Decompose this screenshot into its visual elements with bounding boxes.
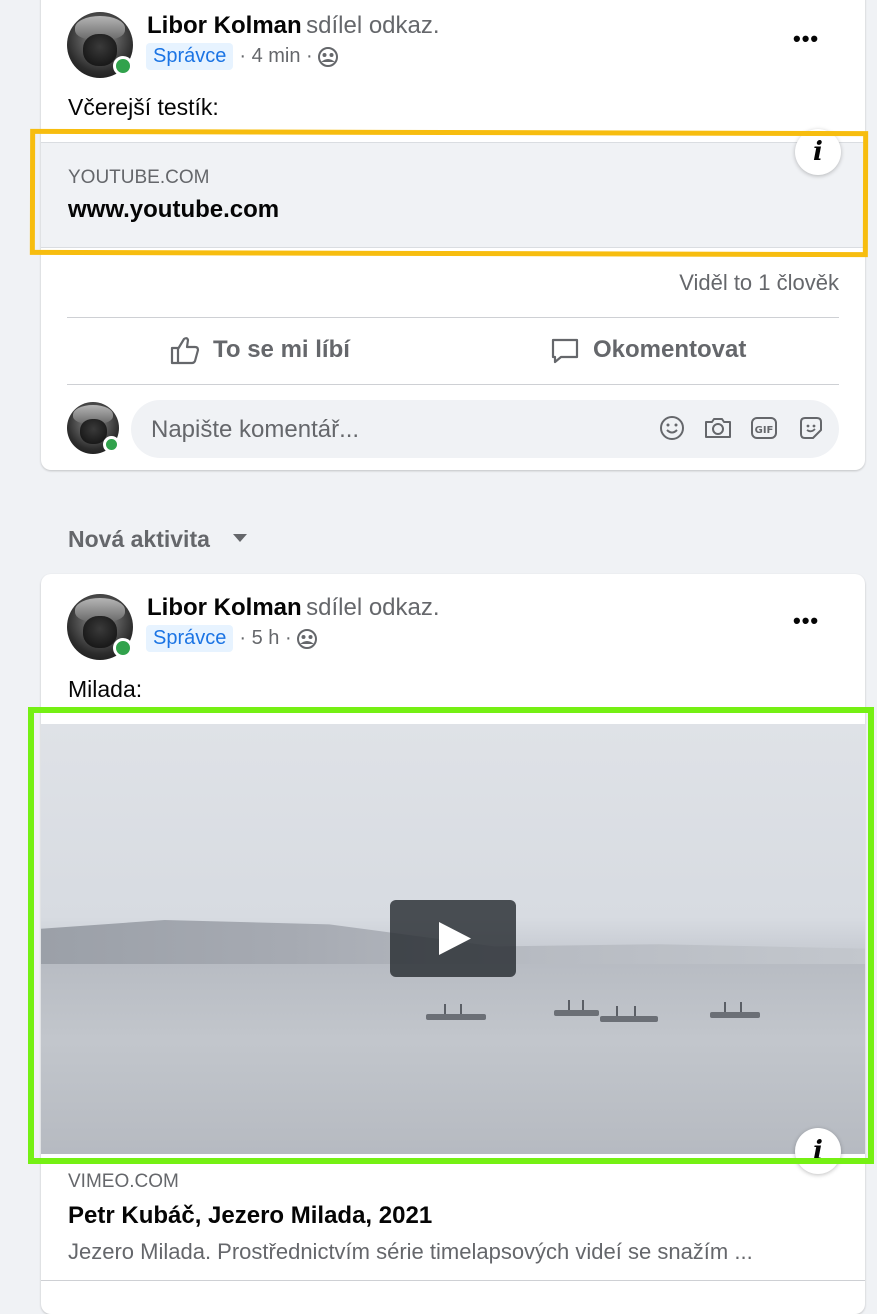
online-status-dot: [113, 638, 133, 658]
author-name[interactable]: Libor Kolman: [147, 594, 302, 621]
comment-placeholder: Napište komentář...: [151, 416, 360, 443]
post-header: Libor Kolman sdílel odkaz.: [147, 594, 440, 622]
post-meta: Správce · 4 min ·: [146, 43, 339, 70]
post-action-text: sdílel odkaz.: [306, 594, 440, 621]
emoji-icon[interactable]: [658, 414, 686, 447]
post-text: Milada:: [68, 676, 143, 702]
post-action-text: sdílel odkaz.: [306, 12, 440, 39]
link-domain: VIMEO.COM: [68, 1171, 179, 1192]
group-icon: [317, 46, 339, 68]
highlight-box-yellow: [29, 128, 869, 258]
post-time[interactable]: · 4 min ·: [239, 45, 312, 68]
section-title[interactable]: Nová aktivita: [68, 526, 210, 553]
divider: [67, 317, 839, 318]
more-options-button[interactable]: •••: [793, 26, 819, 52]
divider: [41, 1280, 865, 1281]
role-badge[interactable]: Správce: [146, 625, 234, 652]
svg-text:GIF: GIF: [755, 425, 774, 436]
comment-input[interactable]: Napište komentář... GIF: [131, 400, 839, 458]
camera-icon[interactable]: [703, 414, 733, 447]
chevron-down-icon[interactable]: [233, 534, 247, 542]
comment-label: Okomentovat: [593, 336, 747, 363]
comment-icon: [551, 338, 579, 364]
post-text: Včerejší testík:: [68, 94, 219, 120]
author-name[interactable]: Libor Kolman: [147, 12, 302, 39]
role-badge[interactable]: Správce: [146, 43, 234, 70]
thumbs-up-icon: [170, 337, 200, 365]
seen-by-count[interactable]: Viděl to 1 člověk: [679, 270, 839, 296]
divider: [67, 384, 839, 385]
post-header: Libor Kolman sdílel odkaz.: [147, 12, 440, 40]
sticker-icon[interactable]: [797, 414, 825, 447]
highlight-box-green: [28, 707, 874, 1164]
post-time[interactable]: · 5 h ·: [239, 627, 291, 650]
link-description: Jezero Milada. Prostřednictvím série tim…: [68, 1239, 753, 1264]
online-status-dot: [103, 436, 120, 453]
like-label: To se mi líbí: [213, 336, 350, 363]
online-status-dot: [113, 56, 133, 76]
post-meta: Správce · 5 h ·: [146, 625, 318, 652]
like-button[interactable]: To se mi líbí: [169, 334, 350, 366]
comment-button[interactable]: Okomentovat: [549, 334, 746, 366]
group-icon: [296, 628, 318, 650]
gif-icon[interactable]: GIF: [750, 414, 778, 447]
more-options-button[interactable]: •••: [793, 608, 819, 634]
link-title[interactable]: Petr Kubáč, Jezero Milada, 2021: [68, 1202, 432, 1230]
